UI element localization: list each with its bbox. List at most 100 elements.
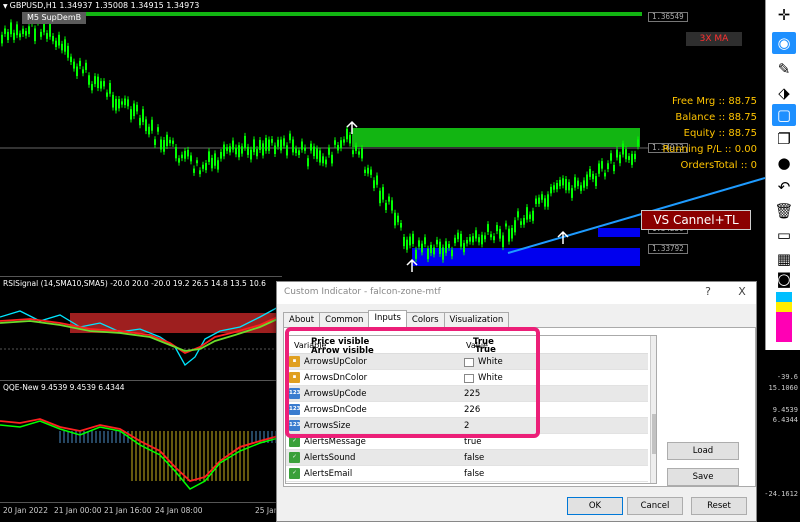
eye-icon[interactable]: ◉ [772,32,796,54]
variable-value[interactable]: White [464,357,503,367]
grid-scrollbar[interactable] [650,336,656,483]
price-chart-canvas[interactable] [0,0,765,276]
tab-colors[interactable]: Colors [405,312,445,327]
eraser-icon[interactable]: ⬗ [772,82,796,104]
variable-value[interactable]: true [464,437,481,447]
candle-body [175,147,177,159]
calendar-icon[interactable]: ▦ [772,248,796,270]
dot-icon[interactable]: ● [772,152,796,174]
grid-row-alertssound[interactable]: ✓ AlertsSound false [286,450,648,466]
candle-body [481,234,483,245]
qqe-histogram [59,431,281,481]
candle-body [292,139,294,153]
copy-icon[interactable]: ❐ [772,128,796,150]
candle-body [427,248,429,260]
grid-row-arrowsdncode[interactable]: 123 ArrowsDnCode 226 [286,402,648,418]
vs-channel-label[interactable]: VS Cannel+TL [641,210,751,230]
candle-body [388,196,390,202]
candle-body [586,174,588,187]
candle-body [619,154,621,164]
time-label: 25 Jan [255,506,279,515]
candle-body [88,75,90,85]
candle-body [151,119,153,131]
ma-label[interactable]: 3X MA [686,32,742,46]
variable-value[interactable]: 226 [464,405,480,415]
grid-row-arrowsupcode[interactable]: 123 ArrowsUpCode 225 [286,386,648,402]
variable-name: ArrowsSize [304,421,351,431]
variable-value[interactable]: 2 [464,421,469,431]
grid-row-arrowsupcolor[interactable]: ▪ ArrowsUpColor White [286,354,648,370]
rectangle-icon[interactable]: ▢ [772,104,796,126]
candle-body [343,139,345,143]
candle-body [463,243,465,253]
tab-common[interactable]: Common [319,312,370,327]
color-swatch-cyan[interactable] [776,292,792,302]
close-button[interactable]: X [735,285,749,298]
candle-body [55,40,57,47]
candle-body [286,145,288,156]
candle-body [517,211,519,218]
cancel-button[interactable]: Cancel [627,497,683,515]
color-swatch[interactable] [464,373,474,383]
variable-value[interactable]: false [464,453,484,463]
tab-inputs[interactable]: Inputs [368,310,407,327]
candle-body [631,153,633,165]
candle-body [199,170,201,175]
color-swatch-yellow[interactable] [776,302,792,312]
trash-icon[interactable]: 🗑 [772,200,796,222]
candle-body [433,247,435,255]
crosshair-icon[interactable]: ✛ [772,4,796,26]
candle-body [124,98,126,106]
save-button[interactable]: Save [667,468,739,486]
monitor-icon[interactable]: ▭ [772,224,796,246]
candle-body [334,140,336,145]
variable-value[interactable]: 225 [464,389,480,399]
variable-value[interactable]: false [464,469,484,479]
grid-row-arrowsdncolor[interactable]: ▪ ArrowsDnColor White [286,370,648,386]
tab-visualization[interactable]: Visualization [443,312,510,327]
candle-body [58,34,60,46]
qqe-window[interactable]: QQE-New 9.4539 9.4539 6.4344 [0,380,282,502]
candle-body [136,104,138,112]
demand-zone-small [598,228,640,237]
candle-body [547,194,549,207]
grid-row-alertsemail[interactable]: ✓ AlertsEmail false [286,466,648,482]
variable-name: ArrowsUpColor [304,357,367,367]
candle-body [301,141,303,150]
load-button[interactable]: Load [667,442,739,460]
candle-body [409,236,411,246]
dropdown-triangle-icon[interactable]: ▼ [3,3,8,10]
tab-about[interactable]: About [283,312,321,327]
grid-row-arrowssize[interactable]: 123 ArrowsSize 2 [286,418,648,434]
rsi-signal-window[interactable]: RSISignal (14,SMA10,SMA5) -20.0 20.0 -20… [0,276,282,380]
candle-body [193,168,195,173]
value-text: White [478,357,503,367]
dialog-title-bar[interactable]: Custom Indicator - falcon-zone-mtf ? X [277,282,756,304]
variable-value[interactable]: White [464,373,503,383]
candle-body [607,163,609,170]
scrollbar-thumb[interactable] [652,414,656,454]
candle-body [376,175,378,185]
ok-button[interactable]: OK [567,497,623,515]
candle-body [196,160,198,164]
grid-row-alertsmessage[interactable]: ✓ AlertsMessage true [286,434,648,450]
camera-icon[interactable]: ◙ [772,268,796,290]
main-price-chart[interactable]: ▼ GBPUSD,H1 1.34937 1.35008 1.34915 1.349… [0,0,765,276]
undo-icon[interactable]: ↶ [772,176,796,198]
custom-indicator-dialog[interactable]: Custom Indicator - falcon-zone-mtf ? X A… [276,281,757,522]
supply-zone [352,128,640,147]
color-type-icon: ▪ [289,372,300,383]
pencil-icon[interactable]: ✎ [772,58,796,80]
candle-body [439,241,441,254]
inputs-grid[interactable]: Variable Value ▪ ArrowsUpColor White ▪ Arrow… [285,335,657,484]
color-swatch[interactable] [464,357,474,367]
reset-button[interactable]: Reset [691,497,747,515]
candle-body [349,134,351,144]
candle-body [457,232,459,240]
help-button[interactable]: ? [701,285,715,298]
candle-body [46,33,48,39]
color-swatch-magenta[interactable] [776,312,792,342]
candle-body [181,154,183,159]
candle-body [595,176,597,187]
candle-body [589,168,591,177]
